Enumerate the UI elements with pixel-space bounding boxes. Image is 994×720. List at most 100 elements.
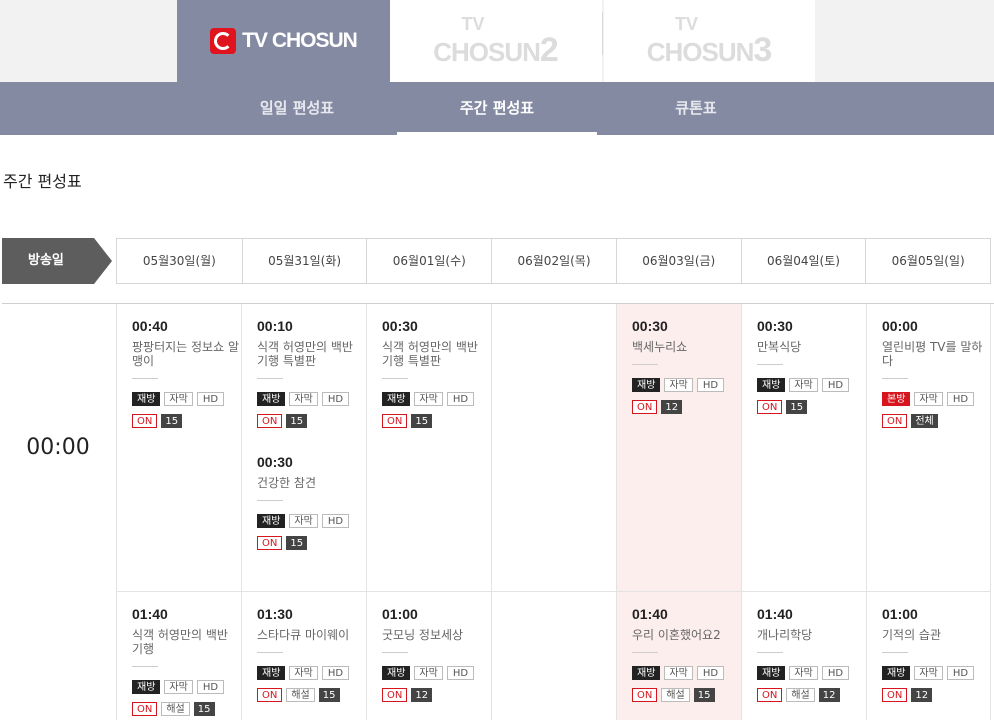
- program-title[interactable]: 스타다큐 마이웨이: [257, 628, 365, 642]
- channel-bar: TV CHOSUN TV CHOSUN2 TV CHOSUN3: [0, 0, 994, 82]
- program-title[interactable]: 식객 허영만의 백반 기행: [132, 628, 240, 656]
- rerun-badge: 재방: [757, 666, 786, 680]
- program-item[interactable]: 00:30 만복식당 재방 자막 HD ON 15: [757, 318, 865, 414]
- program-title[interactable]: 개나리학당: [757, 628, 865, 642]
- rating-badge: 12: [818, 688, 840, 702]
- rerun-badge: 재방: [257, 666, 286, 680]
- program-item[interactable]: 01:40 개나리학당 재방 자막 HD ON 해설 12: [757, 606, 865, 702]
- caption-badge: 자막: [789, 666, 818, 680]
- badge-group: 재방 자막 HD ON 해설 12: [757, 666, 877, 702]
- rerun-badge: 재방: [757, 378, 786, 392]
- program-time: 01:00: [882, 606, 918, 622]
- date-header[interactable]: 06월05일(일): [865, 239, 990, 283]
- badge-group: 본방 자막 HD ON 전체: [882, 392, 994, 428]
- caption-badge: 자막: [664, 378, 693, 392]
- program-item[interactable]: 01:30 스타다큐 마이웨이 재방 자막 HD ON 해설 15: [257, 606, 365, 702]
- program-title[interactable]: 굿모닝 정보세상: [382, 628, 490, 642]
- program-time: 00:30: [632, 318, 668, 334]
- program-item[interactable]: 01:40 식객 허영만의 백반 기행 재방 자막 HD ON 해설 15: [132, 606, 240, 716]
- tab-daily-schedule[interactable]: 일일 편성표: [197, 82, 397, 135]
- date-header[interactable]: 06월03일(금): [615, 239, 741, 283]
- live-badge: 본방: [882, 392, 911, 406]
- program-title[interactable]: 팡팡터지는 정보쇼 알맹이: [132, 340, 240, 368]
- program-time: 00:30: [257, 454, 293, 470]
- rerun-badge: 재방: [257, 514, 286, 528]
- channel-tab-tvchosun3[interactable]: TV CHOSUN3: [604, 0, 815, 82]
- hd-badge: HD: [946, 392, 975, 406]
- program-item[interactable]: 00:30 백세누리쇼 재방 자막 HD ON 12: [632, 318, 740, 414]
- badge-group: 재방 자막 HD ON 15: [757, 378, 877, 414]
- rerun-badge: 재방: [132, 680, 161, 694]
- program-item[interactable]: 01:00 기적의 습관 재방 자막 HD ON 12: [882, 606, 990, 702]
- channel-tab-tvchosun2[interactable]: TV CHOSUN2: [390, 0, 602, 82]
- program-title[interactable]: 기적의 습관: [882, 628, 990, 642]
- date-header[interactable]: 06월01일(수): [366, 239, 491, 283]
- hd-badge: HD: [946, 666, 975, 680]
- rating-badge: 15: [318, 688, 340, 702]
- badge-group: 재방 자막 HD ON 15: [382, 392, 502, 428]
- program-item[interactable]: 01:00 굿모닝 정보세상 재방 자막 HD ON 12: [382, 606, 490, 702]
- program-time: 00:00: [882, 318, 918, 334]
- on-badge: ON: [882, 414, 908, 428]
- program-item[interactable]: 00:00 열린비평 TV를 말하다 본방 자막 HD ON 전체: [882, 318, 990, 428]
- program-title[interactable]: 건강한 참견: [257, 476, 365, 490]
- divider: [382, 378, 408, 379]
- tab-weekly-schedule[interactable]: 주간 편성표: [397, 82, 597, 135]
- rating-badge: 12: [661, 400, 683, 414]
- caption-badge: 자막: [914, 666, 943, 680]
- date-header-row: 05월30일(월) 05월31일(화) 06월01일(수) 06월02일(목) …: [116, 238, 991, 284]
- audio-description-badge: 해설: [786, 688, 815, 702]
- divider: [882, 378, 908, 379]
- program-title[interactable]: 우리 이혼했어요2: [632, 628, 740, 642]
- tvchosun3-logo: TV CHOSUN3: [646, 14, 773, 69]
- divider: [632, 364, 658, 365]
- date-header[interactable]: 05월31일(화): [241, 239, 367, 283]
- program-item[interactable]: 00:30 식객 허영만의 백반 기행 특별판 재방 자막 HD ON 15: [382, 318, 490, 428]
- program-title[interactable]: 식객 허영만의 백반 기행 특별판: [382, 340, 490, 368]
- caption-badge: 자막: [164, 680, 193, 694]
- badge-group: 재방 자막 HD ON 12: [382, 666, 502, 702]
- date-header[interactable]: 06월04일(토): [740, 239, 866, 283]
- rating-badge: 12: [911, 688, 933, 702]
- program-time: 01:40: [632, 606, 668, 622]
- program-title[interactable]: 식객 허영만의 백반 기행 특별판: [257, 340, 365, 368]
- divider: [757, 364, 783, 365]
- caption-badge: 자막: [414, 392, 443, 406]
- tvchosun-logo-icon: [210, 28, 237, 54]
- program-title[interactable]: 열린비평 TV를 말하다: [882, 340, 990, 368]
- rating-badge: 15: [693, 688, 715, 702]
- divider: [257, 652, 283, 653]
- hd-badge: HD: [446, 666, 475, 680]
- caption-badge: 자막: [914, 392, 943, 406]
- date-header[interactable]: 06월02일(목): [491, 239, 616, 283]
- on-badge: ON: [257, 536, 283, 550]
- on-badge: ON: [132, 414, 158, 428]
- program-item[interactable]: 00:40 팡팡터지는 정보쇼 알맹이 재방 자막 HD ON 15: [132, 318, 240, 428]
- on-badge: ON: [257, 414, 283, 428]
- tab-cue-schedule[interactable]: 큐톤표: [596, 82, 796, 135]
- badge-group: 재방 자막 HD ON 15: [257, 392, 377, 428]
- program-item[interactable]: 00:10 식객 허영만의 백반 기행 특별판 재방 자막 HD ON 15: [257, 318, 365, 428]
- channel-tab-tvchosun[interactable]: TV CHOSUN: [177, 0, 390, 82]
- rerun-badge: 재방: [132, 392, 161, 406]
- hd-badge: HD: [196, 392, 225, 406]
- rerun-badge: 재방: [632, 378, 661, 392]
- on-badge: ON: [382, 688, 408, 702]
- divider: [382, 652, 408, 653]
- badge-group: 재방 자막 HD ON 해설 15: [257, 666, 377, 702]
- caption-badge: 자막: [664, 666, 693, 680]
- program-title[interactable]: 백세누리쇼: [632, 340, 740, 354]
- broadcast-day-label: 방송일: [2, 238, 112, 284]
- day-column: [491, 304, 616, 720]
- on-badge: ON: [882, 688, 908, 702]
- badge-group: 재방 자막 HD ON 해설 15: [132, 680, 252, 716]
- caption-badge: 자막: [289, 514, 318, 528]
- hd-badge: HD: [446, 392, 475, 406]
- rating-badge: 15: [786, 400, 808, 414]
- date-header[interactable]: 05월30일(월): [117, 239, 242, 283]
- program-title[interactable]: 만복식당: [757, 340, 865, 354]
- hd-badge: HD: [696, 378, 725, 392]
- program-item[interactable]: 01:40 우리 이혼했어요2 재방 자막 HD ON 해설 15: [632, 606, 740, 702]
- hd-badge: HD: [321, 666, 350, 680]
- program-item[interactable]: 00:30 건강한 참견 재방 자막 HD ON 15: [257, 454, 365, 550]
